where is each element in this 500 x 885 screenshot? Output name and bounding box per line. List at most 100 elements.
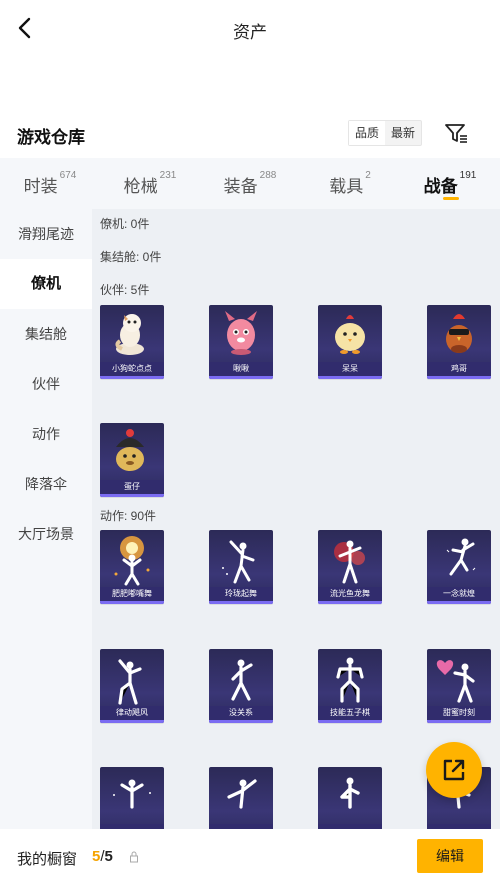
item-name: 律动飓风 (100, 706, 164, 720)
sidebar-item-parachute[interactable]: 降落伞 (0, 459, 92, 509)
rarity-bar (100, 494, 164, 497)
emote-art-icon (446, 538, 476, 576)
share-out-icon (443, 759, 465, 781)
emote-card[interactable]: 流光鱼龙舞 (318, 530, 382, 604)
emote-art-icon (334, 540, 365, 584)
partner-art-icon (446, 314, 472, 353)
item-name: 肥肥嘟嘴舞 (100, 587, 164, 601)
showcase-label: 我的橱窗 (17, 851, 78, 868)
tab-equipment[interactable]: 装备288 (200, 158, 300, 209)
tab-count: 191 (459, 170, 477, 181)
emote-art-icon (336, 657, 364, 703)
rarity-bar (318, 376, 382, 379)
showcase-bar: 我的橱窗 5/5 编辑 (0, 829, 500, 885)
partner-art-icon (116, 429, 144, 471)
tab-battle-gear[interactable]: 战备191 (400, 158, 500, 209)
emote-card[interactable]: 律动飓风 (100, 649, 164, 723)
section-header: 游戏仓库 (0, 110, 500, 158)
group-label-emote: 动作: 90件 (100, 509, 157, 523)
item-name: 小狗蛇点点 (100, 362, 164, 376)
category-tabs: 时装674 枪械231 装备288 载具2 战备191 (0, 158, 500, 209)
item-name: 啾啾 (209, 362, 273, 376)
partner-card[interactable]: 呆呆 (318, 305, 382, 379)
partner-card[interactable]: 蛋仔 (100, 423, 164, 497)
tab-count: 288 (259, 170, 277, 181)
rarity-bar (427, 376, 491, 379)
item-name: 一念就煌 (427, 587, 491, 601)
group-label-rally-pod: 集结舱: 0件 (100, 250, 162, 264)
item-name: 鸡哥 (427, 362, 491, 376)
item-name: 甜蜜时刻 (427, 706, 491, 720)
subcategory-sidebar: 滑翔尾迹 僚机 集结舱 伙伴 动作 降落伞 大厅场景 (0, 209, 92, 829)
emote-art-icon (222, 540, 255, 584)
edit-button[interactable]: 编辑 (417, 839, 483, 873)
tab-vehicles[interactable]: 载具2 (300, 158, 400, 209)
tab-firearms[interactable]: 枪械231 (100, 158, 200, 209)
emote-art-icon (231, 659, 253, 701)
rarity-bar (100, 601, 164, 604)
tab-count: 231 (159, 170, 177, 181)
emote-card[interactable] (318, 767, 382, 829)
emote-art-icon (227, 779, 257, 809)
rarity-bar (100, 376, 164, 379)
tab-label: 枪械 (123, 177, 158, 196)
partner-card[interactable]: 小狗蛇点点 (100, 305, 164, 379)
emote-card[interactable]: 一念就煌 (427, 530, 491, 604)
sidebar-item-wingman[interactable]: 僚机 (0, 259, 92, 309)
emote-art-icon (114, 536, 150, 586)
item-name: 玲珑起舞 (209, 587, 273, 601)
sidebar-item-rally-pod[interactable]: 集结舱 (0, 309, 92, 359)
partner-card[interactable]: 鸡哥 (427, 305, 491, 379)
emote-card[interactable] (209, 767, 273, 829)
sidebar-item-glide-trail[interactable]: 滑翔尾迹 (0, 209, 92, 259)
top-bar: 资产 (0, 0, 500, 58)
tab-count: 674 (59, 170, 77, 181)
emote-card[interactable]: 肥肥嘟嘴舞 (100, 530, 164, 604)
item-name: 没关系 (209, 706, 273, 720)
tab-fashion[interactable]: 时装674 (0, 158, 100, 209)
emote-art-icon (340, 777, 360, 809)
item-name: 蛋仔 (100, 480, 164, 494)
emote-art-icon (118, 659, 142, 705)
rarity-bar (209, 720, 273, 723)
rarity-bar (318, 720, 382, 723)
page-title: 资产 (233, 23, 267, 42)
emote-art-icon (113, 779, 151, 809)
group-label-partner: 伙伴: 5件 (100, 283, 150, 297)
item-name: 技能五子棋 (318, 706, 382, 720)
share-fab-button[interactable] (426, 742, 482, 798)
emote-card[interactable]: 玲珑起舞 (209, 530, 273, 604)
partner-art-icon (335, 315, 365, 354)
tab-label: 装备 (223, 177, 258, 196)
rarity-bar (318, 601, 382, 604)
sidebar-item-lobby-scene[interactable]: 大厅场景 (0, 509, 92, 559)
emote-card[interactable] (100, 767, 164, 829)
rarity-bar (209, 601, 273, 604)
partner-card[interactable]: 啾啾 (209, 305, 273, 379)
sort-toggle: 品质 最新 (348, 120, 423, 146)
emote-card[interactable]: 甜蜜时刻 (427, 649, 491, 723)
emote-card[interactable]: 技能五子棋 (318, 649, 382, 723)
tab-label: 载具 (329, 177, 364, 196)
filter-icon[interactable] (442, 120, 470, 146)
partner-art-icon (225, 311, 257, 355)
showcase-count: 5/5 (92, 848, 113, 865)
item-grid-area: 僚机: 0件 集结舱: 0件 伙伴: 5件 小狗蛇点点 啾啾 呆呆 鸡哥 蛋仔 … (92, 209, 500, 829)
sidebar-item-emote[interactable]: 动作 (0, 409, 92, 459)
tab-label: 战备 (423, 177, 458, 196)
tab-count: 2 (365, 170, 371, 181)
emote-card[interactable]: 没关系 (209, 649, 273, 723)
rarity-bar (427, 720, 491, 723)
active-tab-indicator (443, 197, 459, 200)
group-label-wingman: 僚机: 0件 (100, 217, 150, 231)
emote-art-icon (436, 660, 475, 703)
sort-quality-option[interactable]: 品质 (349, 121, 386, 145)
section-title: 游戏仓库 (17, 128, 85, 147)
sort-latest-option[interactable]: 最新 (385, 121, 421, 145)
item-name: 呆呆 (318, 362, 382, 376)
rarity-bar (100, 720, 164, 723)
sidebar-item-partner[interactable]: 伙伴 (0, 359, 92, 409)
lock-icon (130, 851, 138, 863)
rarity-bar (209, 376, 273, 379)
rarity-bar (427, 601, 491, 604)
